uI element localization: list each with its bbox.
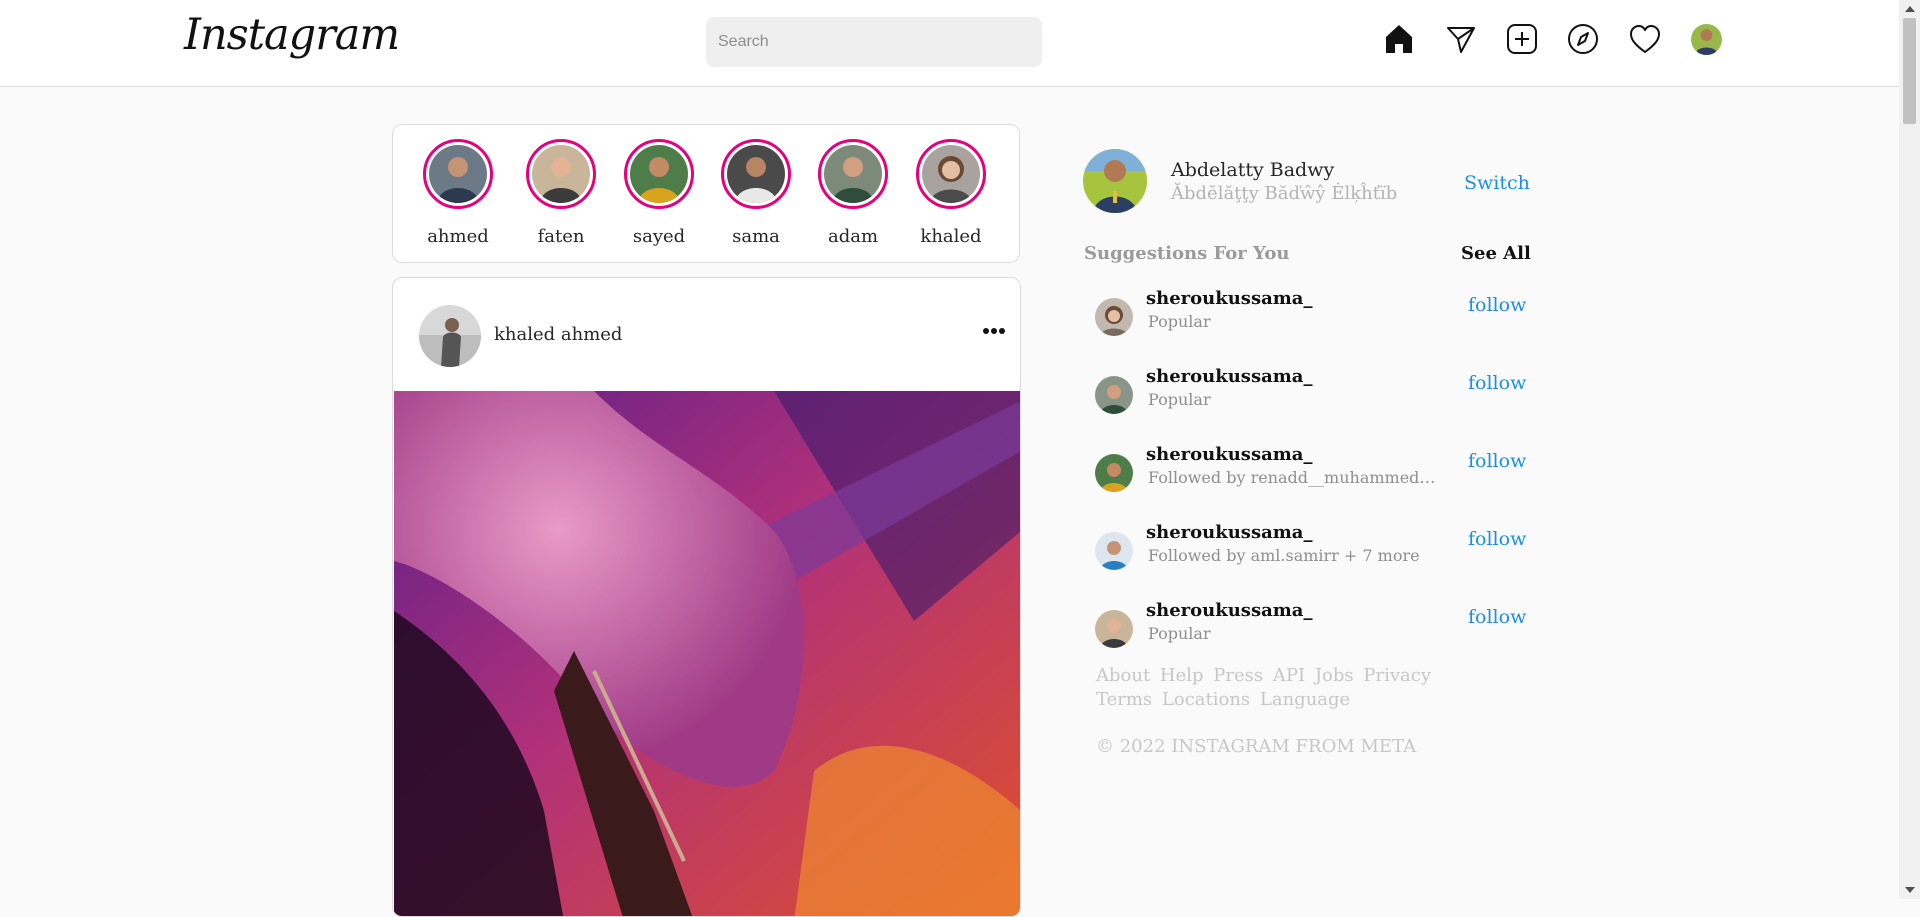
story-username: faten — [537, 226, 585, 247]
footer-link-help[interactable]: Help — [1160, 665, 1204, 686]
top-navigation-bar: Instagram — [0, 0, 1899, 87]
suggestion-username[interactable]: sheroukussama_ — [1146, 288, 1312, 309]
footer-link-jobs[interactable]: Jobs — [1315, 665, 1354, 686]
story-username: sayed — [632, 226, 686, 247]
footer-link-language[interactable]: Language — [1260, 689, 1350, 710]
story-item[interactable]: adam — [815, 139, 891, 247]
suggestion-avatar[interactable] — [1095, 376, 1133, 414]
new-post-icon[interactable] — [1505, 22, 1539, 56]
scroll-up-arrow-icon[interactable] — [1905, 6, 1915, 12]
page-scrollbar[interactable] — [1899, 0, 1920, 899]
suggestion-username[interactable]: sheroukussama_ — [1146, 366, 1312, 387]
suggestion-avatar[interactable] — [1095, 298, 1133, 336]
suggestion-item: sheroukussama_ Popular follow — [1095, 600, 1526, 660]
stories-tray: ahmed faten sayed sama adam khaled — [392, 124, 1020, 263]
home-icon[interactable] — [1382, 22, 1416, 56]
footer-link-terms[interactable]: Terms — [1096, 689, 1152, 710]
story-item[interactable]: sama — [718, 139, 794, 247]
story-ring — [423, 139, 493, 209]
feed-post: khaled ahmed — [392, 277, 1021, 917]
story-ring — [624, 139, 694, 209]
current-user-avatar[interactable] — [1083, 149, 1147, 213]
story-item[interactable]: khaled — [913, 139, 989, 247]
see-all-link[interactable]: See All — [1461, 243, 1531, 264]
footer-link-privacy[interactable]: Privacy — [1363, 665, 1431, 686]
suggestion-avatar[interactable] — [1095, 454, 1133, 492]
suggestion-avatar[interactable] — [1095, 610, 1133, 648]
suggestion-username[interactable]: sheroukussama_ — [1146, 522, 1312, 543]
story-avatar — [630, 145, 688, 203]
footer-link-api[interactable]: API — [1273, 665, 1305, 686]
suggestion-avatar[interactable] — [1095, 532, 1133, 570]
switch-account-link[interactable]: Switch — [1464, 172, 1530, 194]
instagram-logo[interactable]: Instagram — [184, 10, 400, 60]
story-username: sama — [732, 226, 780, 247]
follow-button[interactable]: follow — [1468, 606, 1526, 628]
suggestion-reason: Followed by aml.samirr + 7 more — [1148, 546, 1420, 565]
suggestion-username[interactable]: sheroukussama_ — [1146, 444, 1312, 465]
story-avatar — [429, 145, 487, 203]
suggestion-reason: Popular — [1148, 390, 1211, 409]
follow-button[interactable]: follow — [1468, 294, 1526, 316]
story-item[interactable]: faten — [523, 139, 599, 247]
copyright-text: © 2022 INSTAGRAM FROM META — [1096, 736, 1417, 757]
explore-icon[interactable] — [1566, 22, 1600, 56]
follow-button[interactable]: follow — [1468, 528, 1526, 550]
story-username: khaled — [920, 226, 982, 247]
footer-link-about[interactable]: About — [1096, 665, 1150, 686]
footer-links: About Help Press API Jobs Privacy Terms … — [1096, 664, 1466, 712]
footer-link-locations[interactable]: Locations — [1162, 689, 1250, 710]
story-ring — [818, 139, 888, 209]
suggestion-username[interactable]: sheroukussama_ — [1146, 600, 1312, 621]
suggestion-item: sheroukussama_ Followed by renadd__muham… — [1095, 444, 1526, 504]
story-username: ahmed — [427, 226, 489, 247]
current-user-name[interactable]: Abdelatty Badwy — [1171, 159, 1334, 181]
more-options-icon[interactable] — [983, 328, 1005, 334]
post-author-name[interactable]: khaled ahmed — [494, 324, 622, 345]
story-ring — [721, 139, 791, 209]
follow-button[interactable]: follow — [1468, 372, 1526, 394]
scroll-thumb[interactable] — [1903, 18, 1916, 124]
post-author-avatar[interactable] — [419, 305, 481, 367]
story-ring — [526, 139, 596, 209]
suggestion-reason: Popular — [1148, 624, 1211, 643]
profile-avatar[interactable] — [1691, 24, 1722, 55]
story-avatar — [727, 145, 785, 203]
suggestions-heading: Suggestions For You — [1084, 243, 1290, 264]
story-avatar — [824, 145, 882, 203]
suggestion-item: sheroukussama_ Popular follow — [1095, 288, 1526, 348]
follow-button[interactable]: follow — [1468, 450, 1526, 472]
story-item[interactable]: ahmed — [420, 139, 496, 247]
suggestion-reason: Popular — [1148, 312, 1211, 331]
story-ring — [916, 139, 986, 209]
story-avatar — [532, 145, 590, 203]
story-item[interactable]: sayed — [621, 139, 697, 247]
suggestion-item: sheroukussama_ Followed by aml.samirr + … — [1095, 522, 1526, 582]
scroll-down-arrow-icon[interactable] — [1905, 887, 1915, 893]
suggestion-reason: Followed by renadd__muhammedd + 5 more — [1148, 468, 1438, 487]
search-input[interactable] — [706, 17, 1042, 67]
suggestion-item: sheroukussama_ Popular follow — [1095, 366, 1526, 426]
footer-link-press[interactable]: Press — [1213, 665, 1263, 686]
story-username: adam — [827, 226, 879, 247]
direct-message-icon[interactable] — [1444, 22, 1478, 56]
story-avatar — [922, 145, 980, 203]
activity-heart-icon[interactable] — [1628, 22, 1662, 56]
current-user-handle: Ăbdĕlăţţy Băďŵŷ Ėlķĥťïb — [1171, 183, 1398, 204]
post-image[interactable] — [394, 391, 1020, 916]
